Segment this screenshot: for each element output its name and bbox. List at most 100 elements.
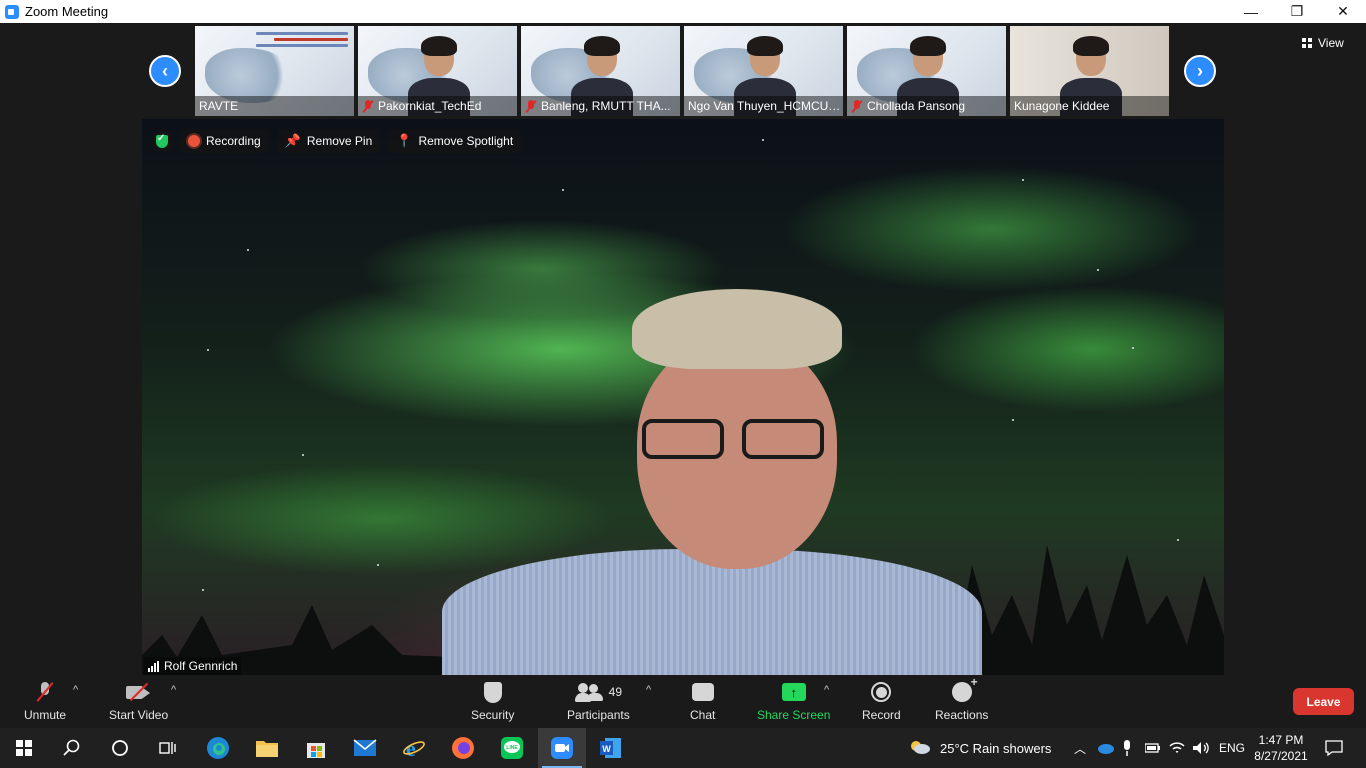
wifi-icon[interactable] — [1169, 728, 1185, 768]
participants-icon — [574, 683, 603, 702]
security-label: Security — [471, 708, 515, 722]
file-explorer-icon[interactable] — [243, 728, 291, 768]
zoom-taskbar-icon[interactable] — [538, 728, 586, 768]
weather-text: 25°C Rain showers — [940, 740, 1052, 756]
audio-options-caret[interactable]: ^ — [73, 684, 78, 696]
record-label: Record — [862, 708, 901, 722]
meeting-stage: ‹ RAVTE Pakornkiat_TechEd Banleng, RMUTT… — [0, 23, 1366, 675]
share-options-caret[interactable]: ^ — [824, 684, 829, 696]
firefox-icon[interactable] — [439, 728, 487, 768]
participant-nameplate: RAVTE — [195, 96, 354, 116]
show-hidden-icons-chevron[interactable]: ︿ — [1074, 728, 1086, 768]
signal-strength-icon — [148, 660, 159, 672]
microsoft-store-icon[interactable] — [292, 728, 340, 768]
window-title: Zoom Meeting — [25, 4, 109, 19]
mail-icon[interactable] — [341, 728, 389, 768]
close-button[interactable]: ✕ — [1320, 0, 1366, 23]
share-screen-button[interactable]: ↑ Share Screen — [757, 680, 830, 722]
reactions-smiley-icon — [951, 675, 978, 702]
muted-microphone-icon — [38, 682, 52, 702]
participant-thumbnail[interactable]: RAVTE — [195, 26, 354, 116]
windows-taskbar: e LINE W 25°C Rain showers ︿ ENG 1:47 PM… — [0, 728, 1366, 768]
record-button[interactable]: Record — [862, 680, 901, 722]
share-screen-icon: ↑ — [781, 683, 806, 701]
line-app-icon[interactable]: LINE — [488, 728, 536, 768]
remove-pin-button[interactable]: 📌 Remove Pin — [276, 129, 381, 153]
taskbar-clock[interactable]: 1:47 PM 8/27/2021 — [1248, 732, 1314, 764]
muted-mic-icon — [525, 99, 537, 113]
participant-nameplate: Ngo Van Thuyen_HCMCUTE — [684, 96, 843, 116]
weather-rain-icon — [911, 741, 930, 754]
search-icon[interactable] — [48, 728, 96, 768]
chat-button[interactable]: Chat — [690, 680, 715, 722]
participant-thumbnail-strip: RAVTE Pakornkiat_TechEd Banleng, RMUTT T… — [195, 26, 1169, 116]
windows-start-icon[interactable] — [0, 728, 48, 768]
line-app-label: LINE — [506, 745, 518, 751]
participant-nameplate: Kunagone Kiddee — [1010, 96, 1169, 116]
window-controls: — ❐ ✕ — [1228, 0, 1366, 23]
participant-name: Chollada Pansong — [867, 99, 966, 113]
reactions-label: Reactions — [935, 708, 989, 722]
word-app-icon[interactable]: W — [587, 728, 635, 768]
onedrive-icon[interactable] — [1096, 728, 1114, 768]
start-video-label: Start Video — [109, 708, 169, 722]
shield-icon — [483, 681, 502, 703]
notifications-icon[interactable] — [1310, 728, 1358, 768]
remove-spotlight-button[interactable]: 📍 Remove Spotlight — [388, 129, 522, 153]
active-speaker-name: Rolf Gennrich — [164, 659, 238, 673]
active-speaker-video[interactable] — [142, 119, 1224, 675]
participant-name: Banleng, RMUTT THA... — [541, 99, 671, 113]
participant-thumbnail[interactable]: Kunagone Kiddee — [1010, 26, 1169, 116]
participant-thumbnail[interactable]: Ngo Van Thuyen_HCMCUTE — [684, 26, 843, 116]
start-video-button[interactable]: Start Video — [109, 680, 168, 722]
participant-name: Ngo Van Thuyen_HCMCUTE — [688, 99, 843, 113]
participant-name: Kunagone Kiddee — [1014, 99, 1110, 113]
muted-mic-icon — [851, 99, 863, 113]
gallery-next-button[interactable]: › — [1184, 55, 1216, 87]
volume-icon[interactable] — [1192, 728, 1210, 768]
input-language[interactable]: ENG — [1219, 728, 1245, 768]
recording-indicator[interactable]: Recording — [180, 129, 269, 153]
minimize-button[interactable]: — — [1228, 0, 1274, 23]
word-app-label: W — [602, 744, 611, 754]
active-speaker-nameplate: Rolf Gennrich — [144, 657, 242, 675]
weather-widget[interactable]: 25°C Rain showers — [908, 728, 1051, 768]
edge-browser-icon[interactable] — [194, 728, 242, 768]
video-overlay-controls: Recording 📌 Remove Pin 📍 Remove Spotligh… — [152, 129, 522, 153]
speaker-video-person — [442, 289, 982, 675]
gallery-prev-button[interactable]: ‹ — [149, 55, 181, 87]
participant-nameplate: Pakornkiat_TechEd — [358, 96, 517, 116]
clock-time: 1:47 PM — [1258, 733, 1304, 747]
participant-nameplate: Banleng, RMUTT THA... — [521, 96, 680, 116]
microphone-tray-icon[interactable] — [1122, 728, 1132, 768]
video-off-icon — [125, 684, 152, 700]
restore-button[interactable]: ❐ — [1274, 0, 1320, 23]
task-view-icon[interactable] — [144, 728, 192, 768]
muted-mic-icon — [362, 99, 374, 113]
recording-dot-icon — [188, 135, 200, 147]
participant-thumbnail[interactable]: Pakornkiat_TechEd — [358, 26, 517, 116]
leave-button[interactable]: Leave — [1293, 688, 1354, 715]
remove-spotlight-label: Remove Spotlight — [418, 134, 514, 148]
internet-explorer-icon[interactable]: e — [390, 728, 438, 768]
video-options-caret[interactable]: ^ — [171, 684, 176, 696]
spotlight-icon: 📍 — [396, 133, 413, 148]
meeting-controls-toolbar: Unmute ^ Start Video ^ Security 49 Parti… — [0, 675, 1366, 728]
recording-label: Recording — [206, 134, 261, 148]
security-button[interactable]: Security — [471, 680, 514, 722]
gallery-view-icon — [1302, 38, 1312, 48]
encryption-shield-icon[interactable] — [152, 131, 172, 151]
participants-button[interactable]: 49 Participants — [567, 680, 630, 722]
participant-thumbnail[interactable]: Chollada Pansong — [847, 26, 1006, 116]
unmute-button[interactable]: Unmute — [24, 680, 66, 722]
reactions-button[interactable]: Reactions — [935, 675, 989, 722]
record-icon — [871, 682, 892, 702]
cortana-icon[interactable] — [96, 728, 144, 768]
participants-options-caret[interactable]: ^ — [646, 684, 651, 696]
battery-icon[interactable] — [1145, 728, 1161, 768]
participant-name: RAVTE — [199, 99, 239, 113]
participant-thumbnail[interactable]: Banleng, RMUTT THA... — [521, 26, 680, 116]
view-button[interactable]: View — [1302, 33, 1344, 53]
share-screen-label: Share Screen — [757, 708, 831, 722]
chat-bubble-icon — [691, 683, 714, 701]
